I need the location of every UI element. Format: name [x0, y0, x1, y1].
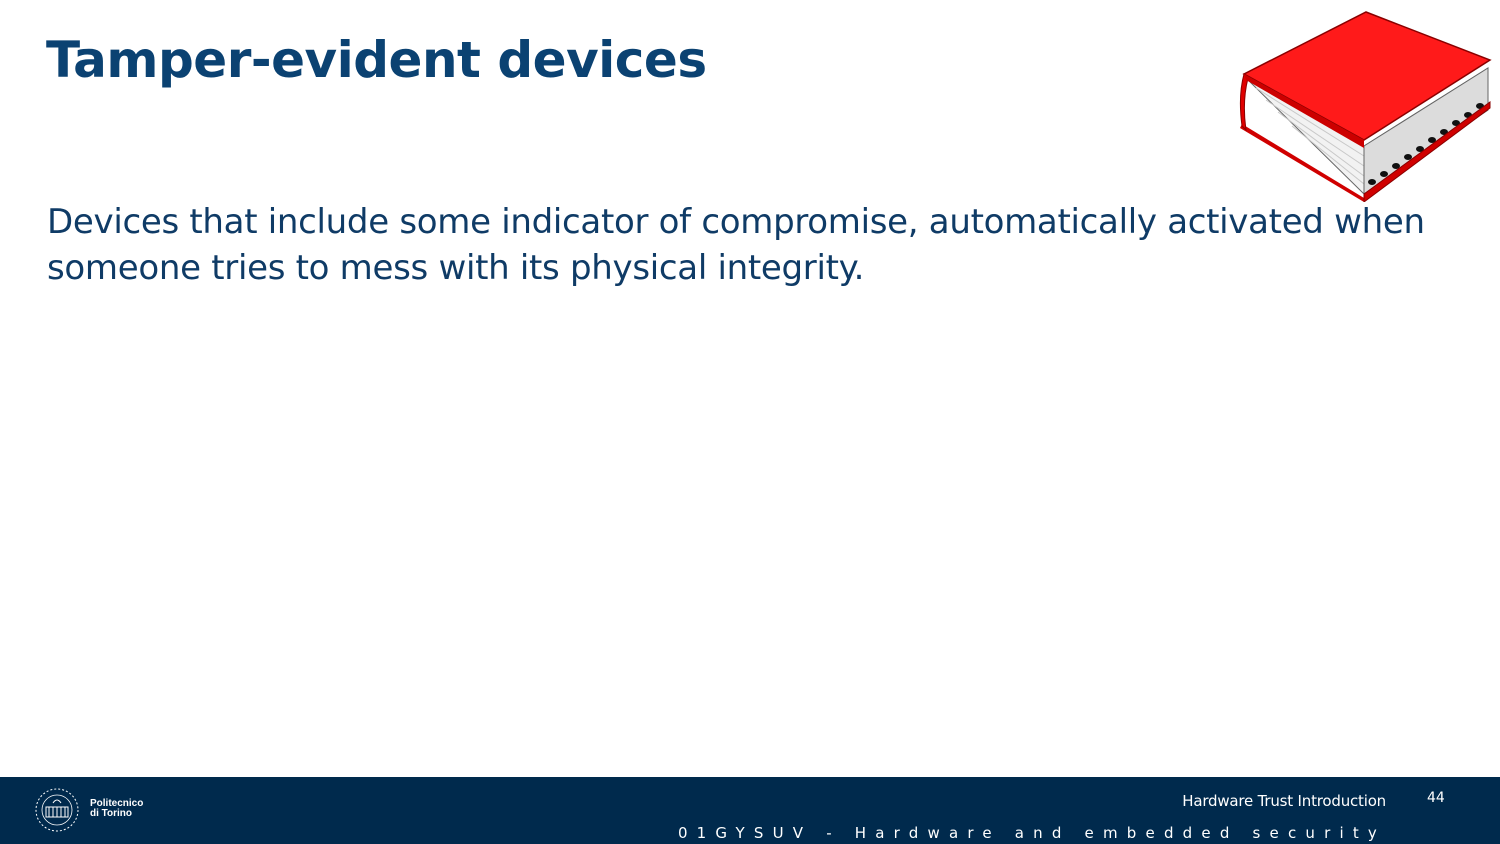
- footer-presentation-title: Hardware Trust Introduction: [1182, 792, 1386, 810]
- red-book-icon: [1239, 11, 1492, 202]
- slide-body-text: Devices that include some indicator of c…: [47, 202, 1425, 288]
- slide: Tamper-evident devices Devices that incl…: [0, 0, 1500, 844]
- logo-wordmark: Politecnico di Torino: [90, 799, 150, 819]
- slide-title: Tamper-evident devices: [46, 31, 707, 89]
- logo-line-2: di Torino: [90, 808, 133, 819]
- page-number: 44: [1427, 790, 1445, 806]
- course-name: 01GYSUV - Hardware and embedded security: [677, 824, 1386, 842]
